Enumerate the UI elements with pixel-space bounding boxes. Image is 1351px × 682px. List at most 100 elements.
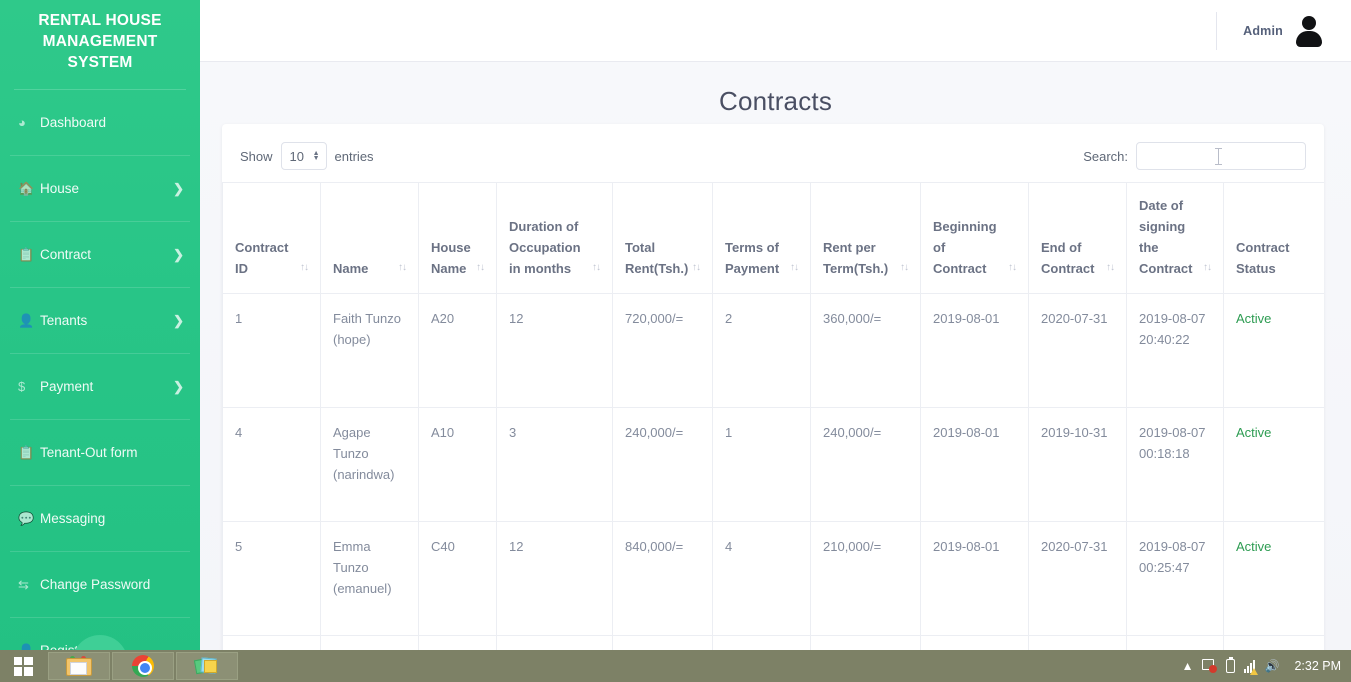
cell-total-rent: 840,000/= bbox=[612, 521, 713, 636]
flag-action-center-icon[interactable] bbox=[1202, 659, 1218, 673]
contracts-card: Show 10 ▲ ▼ entries Search: Contract ID … bbox=[222, 124, 1324, 665]
cell-terms: 4 bbox=[712, 521, 811, 636]
column-header-total-rent[interactable]: Total Rent(Tsh.) ↑↓ bbox=[612, 182, 713, 294]
file-explorer-button[interactable] bbox=[48, 652, 110, 680]
show-entries-control: Show 10 ▲ ▼ entries bbox=[240, 142, 374, 170]
cell-terms: 2 bbox=[712, 293, 811, 408]
column-header-rent-per-term[interactable]: Rent per Term(Tsh.) ↑↓ bbox=[810, 182, 921, 294]
column-header-label: Name bbox=[333, 261, 369, 276]
volume-icon[interactable]: 🔊 bbox=[1264, 660, 1279, 672]
cell-signed: 2019-08-07 00:18:18 bbox=[1126, 407, 1224, 522]
table-row[interactable]: 4 Agape Tunzo (narindwa) A10 3 240,000/=… bbox=[222, 407, 1324, 522]
cell-contract-id: 1 bbox=[222, 293, 321, 408]
column-header-name[interactable]: Name ↑↓ bbox=[320, 182, 419, 294]
battery-icon[interactable] bbox=[1226, 657, 1236, 673]
chevron-right-icon: ❯ bbox=[173, 246, 184, 262]
table-scroll-container[interactable]: Contract ID ↑↓ Name ↑↓ House Name ↑↓ Durati… bbox=[222, 182, 1324, 665]
column-header-label: Contract ID bbox=[235, 240, 289, 276]
cell-duration: 3 bbox=[496, 407, 613, 522]
cell-end: 2019-10-31 bbox=[1028, 407, 1127, 522]
chevron-right-icon: ❯ bbox=[173, 312, 184, 328]
cell-name: Agape Tunzo (narindwa) bbox=[320, 407, 419, 522]
taskbar: ▲ 🔊 2:32 PM bbox=[0, 650, 1351, 682]
sidebar-item-label: Dashboard bbox=[40, 115, 107, 130]
cell-rent-per-term: 210,000/= bbox=[810, 521, 921, 636]
sort-icon: ↑↓ bbox=[790, 262, 799, 273]
taskbar-clock[interactable]: 2:32 PM bbox=[1294, 659, 1341, 673]
avatar-head bbox=[1302, 15, 1316, 30]
photos-button[interactable] bbox=[176, 652, 238, 680]
sidebar-item-change-password[interactable]: ⇆ Change Password bbox=[0, 552, 200, 617]
cell-rent-per-term: 240,000/= bbox=[810, 407, 921, 522]
column-header-terms-of-payment[interactable]: Terms of Payment ↑↓ bbox=[712, 182, 811, 294]
page-content: Contracts Show 10 ▲ ▼ entries Search: Co… bbox=[200, 62, 1351, 665]
column-header-date-of-signing[interactable]: Date of signing the Contract ↑↓ bbox=[1126, 182, 1224, 294]
column-header-label: End of Contract bbox=[1041, 240, 1095, 276]
column-header-house-name[interactable]: House Name ↑↓ bbox=[418, 182, 497, 294]
dashboard-icon: ◕ bbox=[18, 115, 26, 130]
table-row[interactable]: 5 Emma Tunzo (emanuel) C40 12 840,000/= … bbox=[222, 521, 1324, 636]
sort-icon: ↑↓ bbox=[592, 262, 601, 273]
column-header-label: Date of signing the Contract bbox=[1139, 198, 1193, 276]
cell-begin: 2019-08-01 bbox=[920, 407, 1029, 522]
cell-begin: 2019-08-01 bbox=[920, 521, 1029, 636]
sidebar-item-contract[interactable]: 📋 Contract ❯ bbox=[0, 222, 200, 287]
cell-house-name: A10 bbox=[418, 407, 497, 522]
sort-icon: ↑↓ bbox=[398, 262, 407, 273]
chat-icon: 💬 bbox=[18, 510, 35, 526]
column-header-label: Terms of Payment bbox=[725, 240, 780, 276]
cell-end: 2020-07-31 bbox=[1028, 521, 1127, 636]
sidebar: RENTAL HOUSE MANAGEMENT SYSTEM ◕ Dashboa… bbox=[0, 0, 200, 665]
chrome-button[interactable] bbox=[112, 652, 174, 680]
search-input[interactable] bbox=[1136, 142, 1306, 170]
contracts-table: Contract ID ↑↓ Name ↑↓ House Name ↑↓ Durati… bbox=[222, 182, 1324, 665]
table-header: Contract ID ↑↓ Name ↑↓ House Name ↑↓ Durati… bbox=[222, 182, 1324, 294]
column-header-label: Beginning of Contract bbox=[933, 219, 997, 276]
column-header-beginning-of-contract[interactable]: Beginning of Contract ↑↓ bbox=[920, 182, 1029, 294]
show-hidden-icons-icon[interactable]: ▲ bbox=[1182, 660, 1194, 672]
column-header-contract-status[interactable]: Contract Status bbox=[1223, 182, 1324, 294]
show-label: Show bbox=[240, 148, 273, 164]
column-header-label: Rent per Term(Tsh.) bbox=[823, 240, 889, 276]
chrome-icon bbox=[132, 655, 154, 677]
status-badge: Active bbox=[1223, 521, 1324, 636]
windows-logo-icon bbox=[13, 656, 33, 676]
sidebar-item-tenant-out-form[interactable]: 📋 Tenant-Out form bbox=[0, 420, 200, 485]
sidebar-item-label: House bbox=[40, 181, 80, 196]
sidebar-item-tenants[interactable]: 👤 Tenants ❯ bbox=[0, 288, 200, 353]
cell-duration: 12 bbox=[496, 293, 613, 408]
cell-rent-per-term: 360,000/= bbox=[810, 293, 921, 408]
sidebar-item-label: Change Password bbox=[40, 577, 151, 592]
table-body: 1 Faith Tunzo (hope) A20 12 720,000/= 2 … bbox=[222, 293, 1324, 665]
text-cursor-icon bbox=[1214, 148, 1222, 165]
cell-house-name: C40 bbox=[418, 521, 497, 636]
sidebar-item-house[interactable]: 🏠 House ❯ bbox=[0, 156, 200, 221]
sort-icon: ↑↓ bbox=[1106, 262, 1115, 273]
table-row[interactable]: 1 Faith Tunzo (hope) A20 12 720,000/= 2 … bbox=[222, 293, 1324, 408]
app-brand-title: RENTAL HOUSE MANAGEMENT SYSTEM bbox=[38, 12, 162, 71]
page-title: Contracts bbox=[718, 86, 833, 116]
sidebar-item-dashboard[interactable]: ◕ Dashboard bbox=[0, 90, 200, 155]
start-button[interactable] bbox=[0, 650, 46, 682]
sidebar-item-label: Contract bbox=[40, 247, 92, 262]
network-icon[interactable] bbox=[1244, 659, 1259, 675]
folder-icon bbox=[66, 656, 92, 676]
dollar-icon: $ bbox=[18, 379, 26, 394]
system-tray: ▲ 🔊 2:32 PM bbox=[1182, 657, 1351, 675]
sort-icon: ↑↓ bbox=[1008, 262, 1017, 273]
sidebar-item-payment[interactable]: $ Payment ❯ bbox=[0, 354, 200, 419]
avatar[interactable] bbox=[1295, 15, 1323, 47]
clipboard-icon: 📋 bbox=[18, 444, 35, 460]
chevron-updown-icon: ▲ ▼ bbox=[312, 150, 320, 162]
sort-icon: ↑↓ bbox=[476, 262, 485, 273]
sidebar-item-messaging[interactable]: 💬 Messaging bbox=[0, 486, 200, 551]
chevron-right-icon: ❯ bbox=[173, 180, 184, 196]
photos-icon bbox=[193, 656, 219, 676]
column-header-duration[interactable]: Duration of Occupation in months ↑↓ bbox=[496, 182, 613, 294]
column-header-end-of-contract[interactable]: End of Contract ↑↓ bbox=[1028, 182, 1127, 294]
sidebar-item-label: Messaging bbox=[40, 511, 106, 526]
cell-total-rent: 240,000/= bbox=[612, 407, 713, 522]
column-header-contract-id[interactable]: Contract ID ↑↓ bbox=[222, 182, 321, 294]
search-control: Search: bbox=[1083, 142, 1306, 170]
entries-per-page-select[interactable]: 10 ▲ ▼ bbox=[280, 142, 327, 170]
